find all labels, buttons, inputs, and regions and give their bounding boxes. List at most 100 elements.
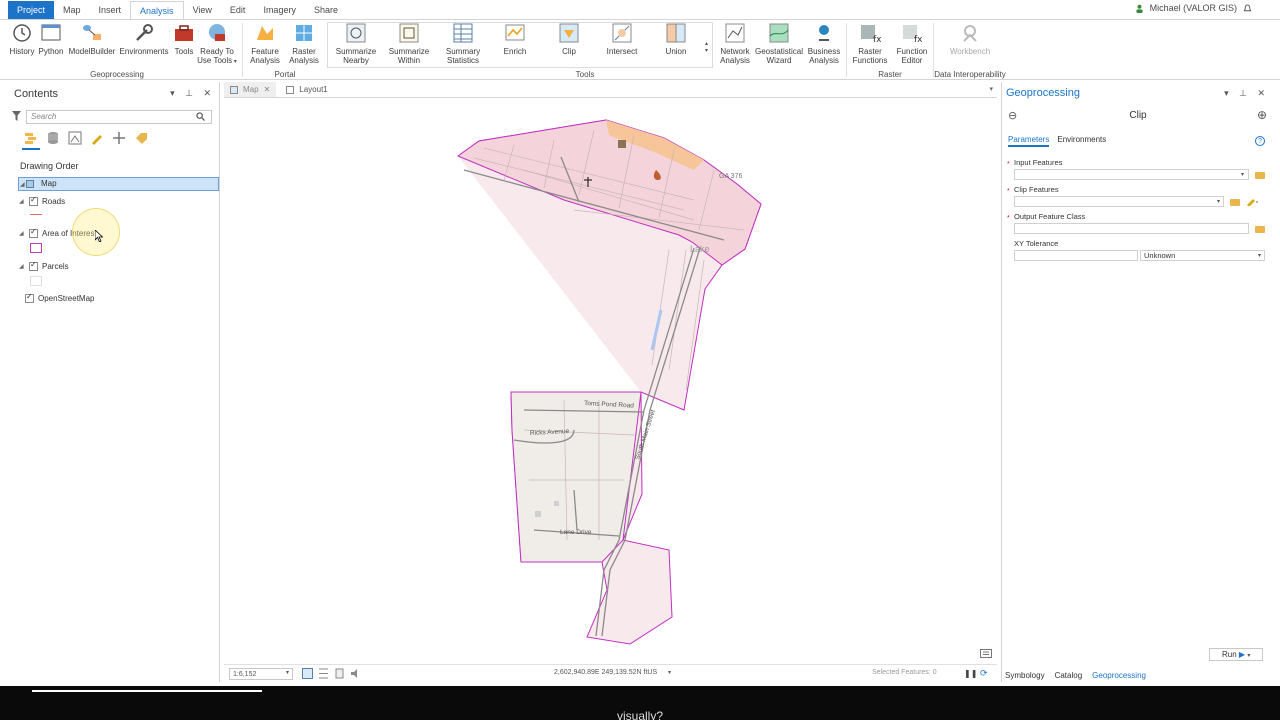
input-browse-folder-icon[interactable] [1255,172,1265,179]
video-progress-bar[interactable] [32,690,262,692]
tab-analysis[interactable]: Analysis [130,1,184,19]
group-label-tools: Tools [575,70,595,79]
tab-parameters[interactable]: Parameters [1008,135,1050,147]
output-feature-class-input[interactable] [1014,223,1249,234]
collapse-parcels-icon[interactable]: ◢ [19,263,25,270]
clip-browse-folder-icon[interactable] [1230,199,1240,206]
scale-dropdown-icon[interactable]: ▾ [286,669,289,676]
tab-environments[interactable]: Environments [1057,135,1106,147]
contents-pane: Contents ▾ ⊥ ✕ Search Drawing Order Map … [6,82,220,682]
raster-functions-button[interactable]: fx Raster Functions [850,22,890,65]
separator [846,23,847,77]
summarize-within-icon [399,23,419,43]
layer-parcels[interactable]: ◢ Parcels [19,260,69,272]
tab-layout1[interactable]: Layout1 [280,82,333,97]
labeling-icon[interactable] [134,131,148,145]
collapse-roads-icon[interactable]: ◢ [19,198,25,205]
map-view[interactable]: Map ✕ Layout1 ▾ Toms Pond Road Ricks Ave… [224,82,997,682]
history-button[interactable]: History [8,22,36,56]
tab-project[interactable]: Project [8,1,55,19]
clip-button[interactable]: Clip [549,22,589,56]
modelbuilder-button[interactable]: ModelBuilder [67,22,117,56]
feature-analysis-button[interactable]: Feature Analysis [246,22,284,65]
user-area[interactable]: Michael (VALOR GIS) [1135,3,1252,13]
contents-search-input[interactable]: Search [26,110,212,124]
intersect-button[interactable]: Intersect [602,22,642,56]
workbench-button[interactable]: Workbench [944,22,996,56]
run-dropdown-icon[interactable]: ▾ [1247,653,1250,659]
clip-dropdown-icon[interactable]: ▾ [1217,198,1220,205]
map-canvas[interactable]: Toms Pond Road Ricks Avenue Lane Drive S… [224,100,997,664]
parcels-visibility-checkbox[interactable] [29,260,38,271]
add-icon[interactable]: ⊕ [1257,108,1267,122]
scale-selector[interactable]: 1:6,152 [229,668,293,680]
layer-openstreetmap[interactable]: OpenStreetMap [25,292,94,304]
run-button[interactable]: Run ▶ ▾ [1209,648,1263,661]
osm-visibility-checkbox[interactable] [25,292,34,303]
data-source-icon[interactable] [46,131,60,145]
editing-icon[interactable] [90,131,104,145]
summarize-nearby-button[interactable]: Summarize Nearby [334,22,378,65]
function-editor-button[interactable]: fx Function Editor [893,22,931,65]
notification-icon[interactable] [980,649,992,660]
environments-button[interactable]: Environments [118,22,170,56]
sketch-pencil-icon[interactable] [1246,196,1260,206]
python-button[interactable]: Python [37,22,65,56]
coordinate-format-dropdown-icon[interactable]: ▾ [668,669,671,676]
roads-visibility-checkbox[interactable] [29,195,38,206]
output-browse-folder-icon[interactable] [1255,226,1265,233]
summarize-within-button[interactable]: Summarize Within [387,22,431,65]
tab-view[interactable]: View [184,1,221,19]
summary-statistics-button[interactable]: Summary Statistics [441,22,485,65]
tab-catalog[interactable]: Catalog [1055,671,1083,680]
user-icon [1135,4,1143,13]
pane-controls[interactable]: ▾ ⊥ ✕ [170,88,215,99]
grid-icon[interactable] [302,668,313,679]
collapse-aoi-icon[interactable]: ◢ [19,230,25,237]
refresh-icon[interactable]: ⟳ [980,668,988,679]
pause-icon[interactable]: ❚❚ [964,669,977,678]
geostatistical-wizard-button[interactable]: Geostatistical Wizard [755,22,803,65]
drawing-order-icon[interactable] [24,131,38,145]
network-analysis-button[interactable]: Network Analysis [716,22,754,65]
page-icon[interactable] [334,668,345,679]
gallery-scroll-icon[interactable]: ▴ ▾ [705,40,708,54]
bell-icon[interactable] [1243,3,1252,13]
required-marker: * [1007,215,1010,222]
help-icon[interactable]: ? [1255,136,1265,146]
tree-item-map[interactable]: Map [18,177,219,191]
clip-features-dropdown[interactable] [1014,196,1224,207]
tab-map[interactable]: Map [54,1,90,19]
filter-icon[interactable] [12,111,21,121]
view-menu-chevron-icon[interactable]: ▾ [989,85,993,93]
business-analysis-button[interactable]: Business Analysis [805,22,843,65]
tab-symbology[interactable]: Symbology [1005,671,1045,680]
tab-map-view[interactable]: Map ✕ [224,82,277,97]
raster-analysis-button[interactable]: Raster Analysis [285,22,323,65]
enrich-button[interactable]: Enrich [495,22,535,56]
geo-pane-controls[interactable]: ▾ ⊥ ✕ [1224,88,1269,99]
layout-grid-icon[interactable] [318,668,329,679]
tab-imagery[interactable]: Imagery [254,1,305,19]
tab-edit[interactable]: Edit [221,1,255,19]
tab-share[interactable]: Share [305,1,347,19]
xy-tolerance-input[interactable] [1014,250,1138,261]
input-dropdown-icon[interactable]: ▾ [1241,171,1244,178]
xy-tolerance-unit-dropdown[interactable]: Unknown [1140,250,1265,261]
ready-to-use-tools-button[interactable]: Ready To Use Tools ▾ [197,22,237,67]
tools-button[interactable]: Tools [172,22,196,56]
sound-icon[interactable] [350,668,361,679]
snapping-icon[interactable] [112,131,126,145]
tab-insert[interactable]: Insert [90,1,131,19]
unit-dropdown-icon[interactable]: ▾ [1258,252,1261,259]
union-button[interactable]: Union [656,22,696,56]
user-name: Michael (VALOR GIS) [1149,3,1237,13]
search-icon[interactable] [196,112,205,121]
aoi-visibility-checkbox[interactable] [29,227,38,238]
layer-roads[interactable]: ◢ Roads [19,195,65,207]
input-features-dropdown[interactable] [1014,169,1249,180]
arcgis-pro-window: Project Map Insert Analysis View Edit Im… [0,0,1280,720]
close-tab-icon[interactable]: ✕ [264,82,271,97]
selection-icon[interactable] [68,131,82,145]
tab-geoprocessing[interactable]: Geoprocessing [1092,671,1146,680]
